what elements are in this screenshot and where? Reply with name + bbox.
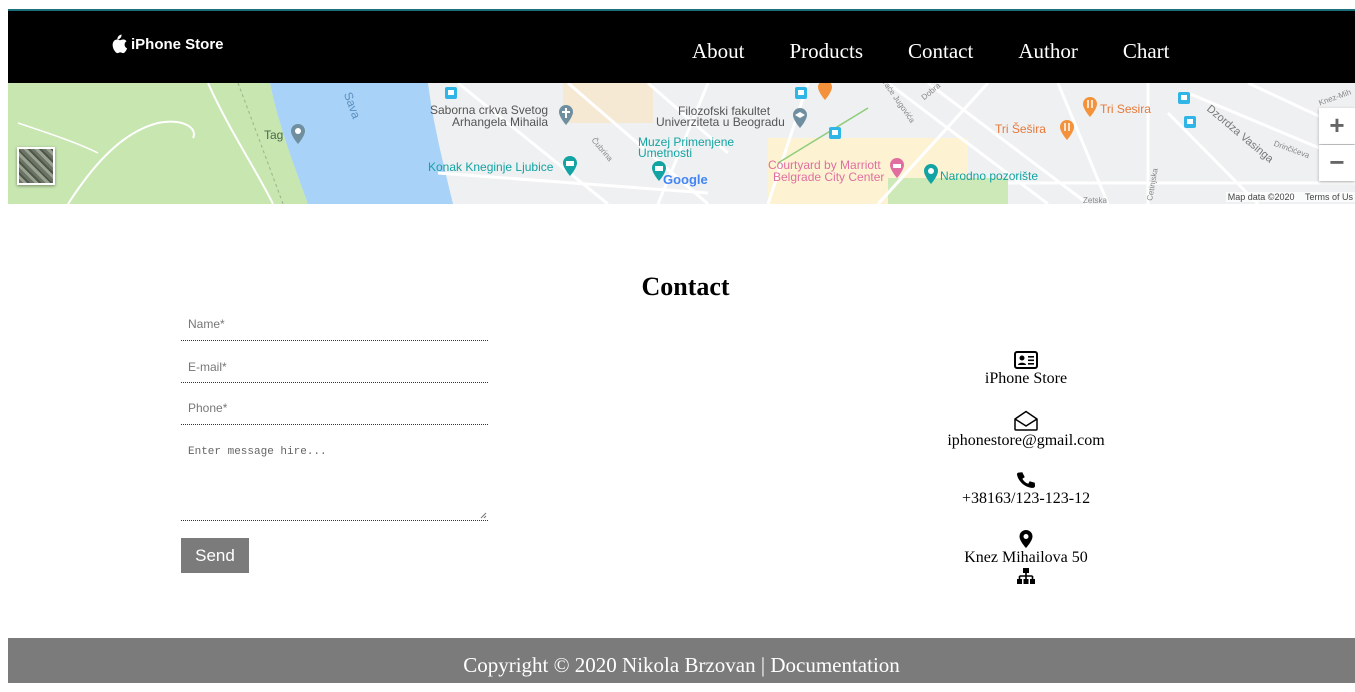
transit-icon <box>1178 92 1190 104</box>
map-label-narodno: Narodno pozorište <box>940 169 1039 183</box>
brand-logo[interactable]: iPhone Store <box>108 33 224 55</box>
zoom-in-button[interactable]: + <box>1319 108 1355 144</box>
map-label-courtyard-2: Belgrade City Center <box>773 170 885 184</box>
nav-links: About Products Contact Author Chart <box>692 39 1214 64</box>
terms-link[interactable]: Terms of Us <box>1305 192 1353 202</box>
message-placeholder: Enter message hire... <box>188 446 327 458</box>
map-pin-church-icon <box>559 105 573 125</box>
footer-copyright: Copyright © 2020 Nikola Brzovan <box>463 653 756 677</box>
map-pin-icon <box>1019 530 1033 548</box>
info-store-name: iPhone Store <box>984 370 1068 387</box>
info-email: iphonestore@gmail.com <box>920 410 1132 450</box>
info-store: iPhone Store <box>920 350 1132 388</box>
nav-link-about[interactable]: About <box>692 39 745 64</box>
nav-link-author[interactable]: Author <box>1018 39 1078 64</box>
map-credit: Map data ©2020 Terms of Us <box>1225 192 1355 202</box>
info-address: Knez Mihailova 50 <box>920 529 1132 585</box>
nav-link-contact[interactable]: Contact <box>908 39 973 64</box>
zoom-out-button[interactable]: − <box>1319 145 1355 181</box>
email-input[interactable]: E-mail* <box>181 360 488 383</box>
transit-icon <box>445 87 457 99</box>
map-pin-restaurant2-icon <box>1083 97 1097 117</box>
google-logo: Google <box>663 172 708 187</box>
navbar: iPhone Store About Products Contact Auth… <box>8 11 1355 83</box>
map-pin-restaurant-icon <box>1060 120 1074 140</box>
nav-link-products[interactable]: Products <box>790 39 864 64</box>
footer: Copyright © 2020 Nikola Brzovan | Docume… <box>8 638 1355 683</box>
google-map[interactable]: Sava Tag Saborna crkva Svetog Arhangela … <box>8 83 1355 204</box>
phone-placeholder: Phone* <box>188 401 228 415</box>
map-pin-museum-icon <box>563 156 577 176</box>
info-phone-text: +38163/123-123-12 <box>961 490 1091 507</box>
documentation-link[interactable]: Documentation <box>770 653 899 677</box>
map-label-konak: Konak Kneginje Ljubice <box>428 160 554 174</box>
map-pin-school-icon <box>793 108 807 128</box>
apple-icon <box>112 34 128 54</box>
info-address-text: Knez Mihailova 50 <box>964 549 1088 566</box>
transit-icon <box>829 127 841 139</box>
send-button[interactable]: Send <box>181 538 249 573</box>
id-card-icon <box>1014 351 1038 369</box>
info-phone: +38163/123-123-12 <box>920 470 1132 508</box>
map-label-saborna-2: Arhangela Mihaila <box>452 115 549 129</box>
map-label-zetska: Zetska <box>1083 196 1108 204</box>
map-pin-theater-icon <box>924 164 938 184</box>
contact-title: Contact <box>641 272 730 301</box>
resize-handle-icon[interactable] <box>480 512 487 519</box>
satellite-toggle-button[interactable] <box>17 147 55 185</box>
map-label-muzej-2: Umetnosti <box>638 146 693 160</box>
phone-icon <box>1016 472 1036 488</box>
name-placeholder: Name* <box>188 317 225 331</box>
name-input[interactable]: Name* <box>181 317 488 341</box>
message-textarea[interactable]: Enter message hire... <box>181 440 488 521</box>
map-label-filozofski-2: Univerziteta u Beogradu <box>656 115 785 129</box>
map-pin-food-icon <box>818 83 832 100</box>
info-email-text: iphonestore@gmail.com <box>947 432 1105 449</box>
email-placeholder: E-mail* <box>188 360 227 374</box>
transit-icon <box>795 87 807 99</box>
footer-separator: | <box>755 653 771 677</box>
envelope-icon <box>1014 410 1038 431</box>
phone-input[interactable]: Phone* <box>181 401 488 425</box>
sitemap-icon[interactable] <box>1016 567 1036 585</box>
map-label-tri-sesira: Tri Šešira <box>995 122 1046 136</box>
map-pin-hotel-icon <box>890 158 904 178</box>
map-pin-tag-icon <box>291 124 305 144</box>
map-data-credit: Map data ©2020 <box>1227 192 1295 202</box>
brand-name: iPhone Store <box>131 35 224 53</box>
nav-link-chart[interactable]: Chart <box>1123 39 1170 64</box>
map-label-tri-sesira-2: Tri Sesira <box>1100 102 1151 116</box>
transit-icon <box>1184 116 1196 128</box>
map-label-tag: Tag <box>264 128 284 142</box>
